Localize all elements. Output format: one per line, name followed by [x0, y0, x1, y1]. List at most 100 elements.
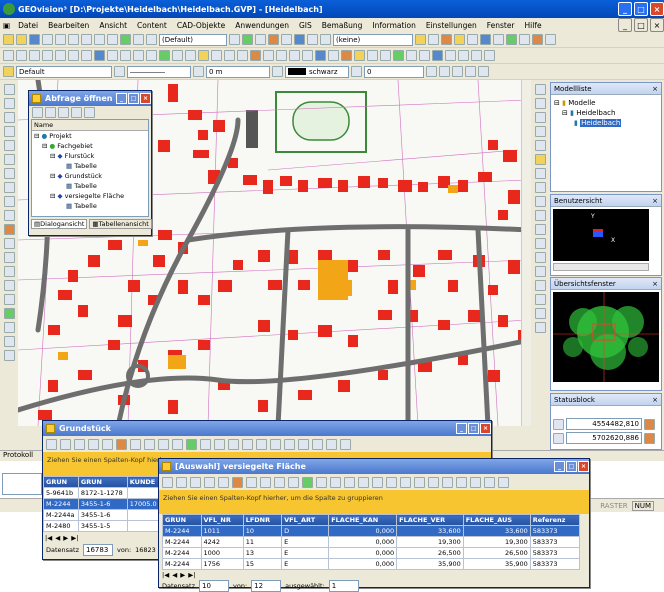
av-tool-15-icon[interactable] [358, 476, 369, 488]
gs-tool-12-icon[interactable] [200, 438, 211, 450]
magnifier-7-icon[interactable] [534, 294, 546, 305]
tab-tabellenansicht[interactable]: ▦Tabellenansicht [89, 219, 152, 229]
column-header[interactable]: Referenz [529, 514, 581, 526]
gs-tool-17-icon[interactable] [270, 438, 281, 450]
tool-l-icon[interactable] [454, 34, 465, 45]
label-icon[interactable] [3, 196, 15, 207]
pan-right-icon[interactable] [534, 168, 546, 179]
av-tool-7-icon[interactable] [246, 476, 257, 488]
column-header[interactable]: FLACHE_VER [396, 514, 464, 526]
layer-props-icon[interactable] [3, 66, 14, 77]
snap-end-icon[interactable] [3, 294, 15, 305]
auswahl-close-button[interactable]: × [578, 461, 589, 472]
tool-f-icon[interactable] [294, 34, 305, 45]
tool-ab-icon[interactable] [478, 66, 489, 77]
snap-center-icon[interactable] [3, 280, 15, 291]
nav-prev-icon[interactable]: ◀ [172, 571, 177, 579]
refresh-icon[interactable] [315, 50, 326, 61]
tool-w-icon[interactable] [484, 50, 495, 61]
gs-tool-21-icon[interactable] [326, 438, 337, 450]
help-icon[interactable] [432, 50, 443, 61]
vertex-icon[interactable] [3, 126, 15, 137]
column-header[interactable]: VFL_NR [200, 514, 244, 526]
av-tool-19-icon[interactable] [414, 476, 425, 488]
snap-point-icon[interactable] [3, 238, 15, 249]
circle-icon[interactable] [55, 50, 66, 61]
hatch-icon[interactable] [159, 50, 170, 61]
zoom-in-icon[interactable] [276, 50, 287, 61]
arc-icon[interactable] [68, 50, 79, 61]
zoom-out-right-icon[interactable] [534, 98, 546, 109]
gs-tool-20-icon[interactable] [312, 438, 323, 450]
rotate-icon[interactable] [133, 50, 144, 61]
x-coord-field[interactable]: 4554482,810 [566, 418, 642, 430]
gs-tool-3-icon[interactable] [74, 438, 85, 450]
tool-p-icon[interactable] [506, 34, 517, 45]
column-header[interactable]: GRUN [162, 514, 202, 526]
tool-s-icon[interactable] [545, 34, 556, 45]
protokoll-input[interactable] [2, 473, 42, 495]
print-icon[interactable] [42, 34, 53, 45]
redraw-icon[interactable] [534, 182, 546, 193]
move-icon[interactable] [120, 50, 131, 61]
arc-tool-icon[interactable] [3, 154, 15, 165]
tool-g-icon[interactable] [307, 34, 318, 45]
table-row[interactable]: M-2244 3455-1-6 17005.0 [43, 498, 162, 510]
angle-icon[interactable] [351, 66, 362, 77]
grundstueck-minimize-button[interactable]: _ [456, 423, 467, 434]
tree-item-heidelbach[interactable]: ⊟ ▮ Heidelbach [554, 108, 658, 118]
av-tool-2-icon[interactable] [176, 476, 187, 488]
tool-i-icon[interactable] [415, 34, 426, 45]
tool-z-icon[interactable] [452, 66, 463, 77]
tab-dialogansicht[interactable]: ▤Dialogansicht [31, 219, 88, 229]
mirror-icon[interactable] [146, 50, 157, 61]
table-row[interactable]: M-2244 1011 10 D 0,000 33,600 33,600 583373 [162, 525, 581, 537]
av-tool-1-icon[interactable] [162, 476, 173, 488]
close-button[interactable]: × [650, 2, 664, 16]
grundstueck-maximize-button[interactable]: □ [468, 423, 479, 434]
settings-icon[interactable] [419, 50, 430, 61]
export-icon[interactable] [393, 50, 404, 61]
trim-icon[interactable] [211, 50, 222, 61]
av-tool-14-icon[interactable] [344, 476, 355, 488]
dimension-icon[interactable] [185, 50, 196, 61]
av-tool-10-icon[interactable] [288, 476, 299, 488]
nav-prev-icon[interactable]: ◀ [55, 534, 60, 542]
open-file-icon[interactable] [16, 34, 27, 45]
av-tool-4-icon[interactable] [204, 476, 215, 488]
magnifier-8-icon[interactable] [534, 308, 546, 319]
tree-item-modelle[interactable]: ⊟ ▮ Modelle [554, 98, 658, 108]
polygon-icon[interactable] [3, 168, 15, 179]
menu-fenster[interactable]: Fenster [482, 21, 520, 30]
linewidth-combo[interactable]: 0 m [206, 65, 270, 78]
snap-perp-icon[interactable] [3, 322, 15, 333]
select-area-icon[interactable] [198, 50, 209, 61]
column-header[interactable]: FLACHE_KAN [328, 514, 398, 526]
magnifier-2-icon[interactable] [534, 224, 546, 235]
rectangle-icon[interactable] [42, 50, 53, 61]
table-row[interactable]: M-2480 3455-1-5 [43, 520, 162, 532]
gs-tool-14-icon[interactable] [228, 438, 239, 450]
gs-tool-1-icon[interactable] [46, 438, 57, 450]
gs-tool-8-icon[interactable] [144, 438, 155, 450]
measure-icon[interactable] [172, 50, 183, 61]
color-combo[interactable]: schwarz [285, 65, 349, 78]
tool-q-icon[interactable] [519, 34, 530, 45]
active-tool-icon[interactable] [3, 224, 15, 235]
table-row[interactable]: 5-9641b 8172-1-1278 [43, 487, 162, 499]
grid-icon[interactable] [133, 34, 144, 45]
grundstueck-titlebar[interactable]: Grundstück _ □ × [43, 421, 491, 436]
tool-x-icon[interactable] [426, 66, 437, 77]
nav-next-icon[interactable]: ▶ [63, 534, 68, 542]
gs-tool-11-icon[interactable] [186, 438, 197, 450]
pointer-icon[interactable] [3, 50, 14, 61]
delete-query-icon[interactable] [58, 107, 69, 118]
view-cube[interactable]: Y X [553, 209, 649, 261]
menu-cad-objekte[interactable]: CAD-Objekte [172, 21, 230, 30]
panel-close-icon[interactable]: × [652, 280, 661, 288]
av-tool-3-icon[interactable] [190, 476, 201, 488]
menu-information[interactable]: Information [367, 21, 420, 30]
nav-first-icon[interactable]: |◀ [162, 571, 169, 579]
y-coord-field[interactable]: 5702620,886 [566, 432, 642, 444]
abfrage-minimize-button[interactable]: _ [116, 93, 127, 104]
